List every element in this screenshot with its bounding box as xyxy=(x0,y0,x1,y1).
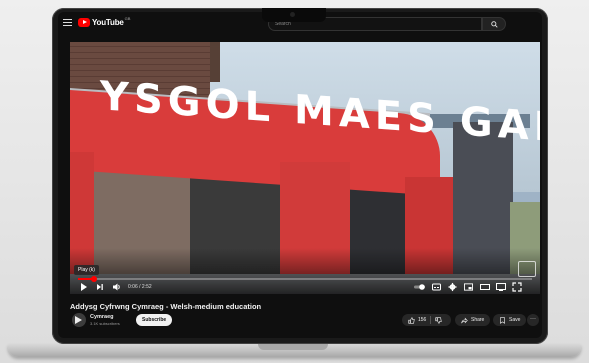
like-count[interactable]: 156 xyxy=(418,314,426,326)
menu-icon[interactable] xyxy=(63,19,72,27)
autoplay-toggle-icon[interactable] xyxy=(414,282,426,292)
subscriber-count: 3.1K subscribers xyxy=(90,321,120,326)
channel-watermark-icon[interactable] xyxy=(518,261,536,277)
volume-icon[interactable] xyxy=(112,282,121,292)
camera-notch xyxy=(262,8,326,22)
play-tooltip: Play (k) xyxy=(74,265,99,275)
divider xyxy=(430,316,432,324)
subscribe-button[interactable]: Subscribe xyxy=(136,314,173,326)
time-current: 0:06 xyxy=(128,284,138,290)
share-button[interactable]: Share xyxy=(455,314,491,326)
camera-icon xyxy=(290,12,295,17)
time-total: 2:52 xyxy=(141,284,152,290)
screen: YouTube GB Search YSGOL MAES GARMON Play… xyxy=(58,12,542,338)
more-actions-icon[interactable]: ··· xyxy=(527,314,539,326)
logo-country-code: GB xyxy=(124,16,131,21)
video-title: Addysg Cyfrwng Cymraeg - Welsh-medium ed… xyxy=(70,302,262,311)
fullscreen-icon[interactable] xyxy=(512,282,522,292)
save-label: Save xyxy=(509,317,521,323)
like-dislike-group: 156 xyxy=(402,314,452,326)
settings-gear-icon[interactable] xyxy=(448,282,457,292)
logo-text: YouTube xyxy=(92,18,124,27)
share-label: Share xyxy=(471,317,485,323)
youtube-play-icon xyxy=(78,18,90,27)
search-icon xyxy=(491,21,498,28)
subtitles-icon[interactable] xyxy=(432,282,441,292)
laptop-base-notch xyxy=(258,344,328,350)
save-button[interactable]: Save xyxy=(493,314,527,326)
next-icon[interactable] xyxy=(96,282,104,292)
youtube-logo[interactable]: YouTube GB xyxy=(78,16,131,27)
dislike-icon[interactable] xyxy=(435,316,443,324)
search-button[interactable] xyxy=(482,17,506,31)
channel-name[interactable]: Cymraeg xyxy=(90,314,114,320)
theater-mode-icon[interactable] xyxy=(480,282,490,292)
like-icon[interactable] xyxy=(408,316,415,324)
time-display: 0:06 / 2:52 xyxy=(128,284,152,290)
save-icon xyxy=(500,316,505,324)
play-icon[interactable] xyxy=(80,282,88,292)
channel-avatar[interactable] xyxy=(72,313,86,327)
cast-icon[interactable] xyxy=(496,282,506,292)
miniplayer-icon[interactable] xyxy=(464,282,473,292)
progress-bar[interactable] xyxy=(78,276,532,282)
share-icon xyxy=(461,317,468,324)
